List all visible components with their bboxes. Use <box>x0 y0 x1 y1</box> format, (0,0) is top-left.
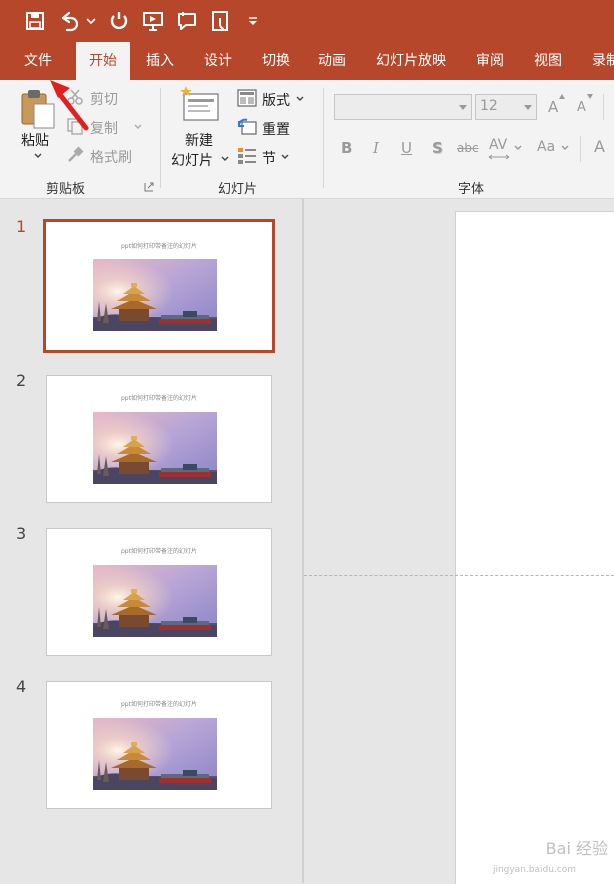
divider <box>580 136 581 162</box>
annotation-arrow <box>50 80 89 131</box>
undo-icon[interactable] <box>56 8 82 34</box>
watermark-url: jingyan.baidu.com <box>492 865 576 875</box>
chevron-down-icon[interactable] <box>84 8 98 34</box>
watermark: Bai 经验 <box>545 839 608 858</box>
divider <box>603 94 604 120</box>
font-size-combobox[interactable]: 12 <box>475 94 537 120</box>
font-size-value: 12 <box>480 98 498 114</box>
font-name-combobox[interactable] <box>334 94 472 120</box>
tab-review[interactable]: 审阅 <box>466 42 514 80</box>
new-slide-label-line1[interactable]: 新建 <box>185 130 213 150</box>
reset-button[interactable]: 重置 <box>262 119 290 139</box>
slide-number: 3 <box>16 524 27 543</box>
tab-insert[interactable]: 插入 <box>136 42 184 80</box>
slide-number: 2 <box>16 371 27 390</box>
chevron-down-icon[interactable] <box>220 155 230 163</box>
reset-icon <box>237 118 257 136</box>
tab-slideshow[interactable]: 幻灯片放映 <box>364 42 458 80</box>
slide-number: 4 <box>16 677 27 696</box>
thumbnail-title: ppt如何打印带备注的幻灯片 <box>121 243 197 250</box>
chevron-down-icon[interactable] <box>33 152 43 160</box>
layout-icon <box>237 89 257 107</box>
slide-thumbnail-1[interactable]: ppt如何打印带备注的幻灯片 <box>43 219 275 353</box>
thumbnail-title: ppt如何打印带备注的幻灯片 <box>121 395 197 402</box>
strikethrough-button[interactable]: abc <box>457 141 479 155</box>
change-case-button[interactable]: Aa <box>537 139 555 155</box>
tab-design[interactable]: 设计 <box>194 42 242 80</box>
slide-editing-area[interactable]: Bai 经验 jingyan.baidu.com <box>304 199 614 884</box>
italic-button[interactable]: I <box>373 139 379 157</box>
character-spacing-button[interactable]: AV <box>489 137 507 153</box>
group-separator <box>323 88 324 188</box>
tab-record[interactable]: 录制 <box>582 42 614 80</box>
format-painter-button[interactable]: 格式刷 <box>90 147 132 167</box>
section-button[interactable]: 节 <box>262 148 276 168</box>
customize-qat-icon[interactable] <box>246 8 260 34</box>
shrink-font-button[interactable]: A <box>577 100 586 115</box>
grow-font-button[interactable]: A <box>548 98 558 116</box>
palace-photo <box>93 718 217 790</box>
quick-access-toolbar <box>0 0 614 42</box>
slide-thumbnail-3[interactable]: ppt如何打印带备注的幻灯片 <box>46 528 272 656</box>
slide-number: 1 <box>16 217 27 236</box>
ribbon-tabs: 文件 开始 插入 设计 切换 动画 幻灯片放映 审阅 视图 录制 <box>0 42 614 80</box>
tab-file[interactable]: 文件 <box>10 42 66 80</box>
section-icon <box>237 147 257 165</box>
chevron-down-icon[interactable] <box>133 123 143 131</box>
copy-button[interactable]: 复制 <box>90 118 118 138</box>
smart-guide <box>304 575 614 576</box>
bold-button[interactable]: B <box>341 139 352 157</box>
grow-arrow-icon <box>559 94 565 99</box>
chevron-down-icon[interactable] <box>560 144 570 152</box>
spacing-arrows-icon <box>488 154 510 160</box>
redo-repeat-icon[interactable] <box>106 8 132 34</box>
chevron-down-icon[interactable] <box>295 95 305 103</box>
thumbnail-title: ppt如何打印带备注的幻灯片 <box>121 701 197 708</box>
new-slide-label-line2[interactable]: 幻灯片 <box>171 150 213 170</box>
group-separator <box>160 88 161 188</box>
slide-thumbnail-4[interactable]: ppt如何打印带备注的幻灯片 <box>46 681 272 809</box>
tab-transitions[interactable]: 切换 <box>252 42 300 80</box>
palace-photo <box>93 565 217 637</box>
chevron-down-icon[interactable] <box>459 105 467 110</box>
tab-home[interactable]: 开始 <box>76 42 130 80</box>
layout-button[interactable]: 版式 <box>262 90 290 110</box>
save-icon[interactable] <box>22 8 48 34</box>
underline-button[interactable]: U <box>401 139 412 157</box>
touch-mode-icon[interactable] <box>208 8 234 34</box>
dialog-launcher-icon[interactable] <box>144 182 154 192</box>
chevron-down-icon[interactable] <box>513 144 523 152</box>
chevron-down-icon[interactable] <box>524 105 532 110</box>
cut-button[interactable]: 剪切 <box>90 89 118 109</box>
shrink-arrow-icon <box>587 94 593 99</box>
ribbon-home: 粘贴 剪切 复制 格式刷 剪贴板 新建 幻灯片 版式 重置 节 幻灯片 12 A… <box>0 80 614 199</box>
palace-photo <box>93 412 217 484</box>
paste-button[interactable]: 粘贴 <box>21 130 49 150</box>
chevron-down-icon[interactable] <box>280 153 290 161</box>
slides-group-label: 幻灯片 <box>218 182 258 197</box>
text-shadow-button[interactable]: S <box>432 139 443 157</box>
slide-thumbnail-2[interactable]: ppt如何打印带备注的幻灯片 <box>46 375 272 503</box>
thumbnail-title: ppt如何打印带备注的幻灯片 <box>121 548 197 555</box>
new-slide-icon[interactable] <box>180 86 220 124</box>
current-slide[interactable] <box>455 211 614 884</box>
clear-formatting-button[interactable]: A <box>594 137 605 156</box>
font-group-label: 字体 <box>458 182 485 197</box>
palace-photo <box>93 259 217 331</box>
present-from-start-icon[interactable] <box>140 8 166 34</box>
tab-view[interactable]: 视图 <box>524 42 572 80</box>
clipboard-group-label: 剪贴板 <box>46 182 86 197</box>
tab-animations[interactable]: 动画 <box>308 42 356 80</box>
comment-icon[interactable] <box>174 8 200 34</box>
format-painter-icon <box>66 146 84 164</box>
